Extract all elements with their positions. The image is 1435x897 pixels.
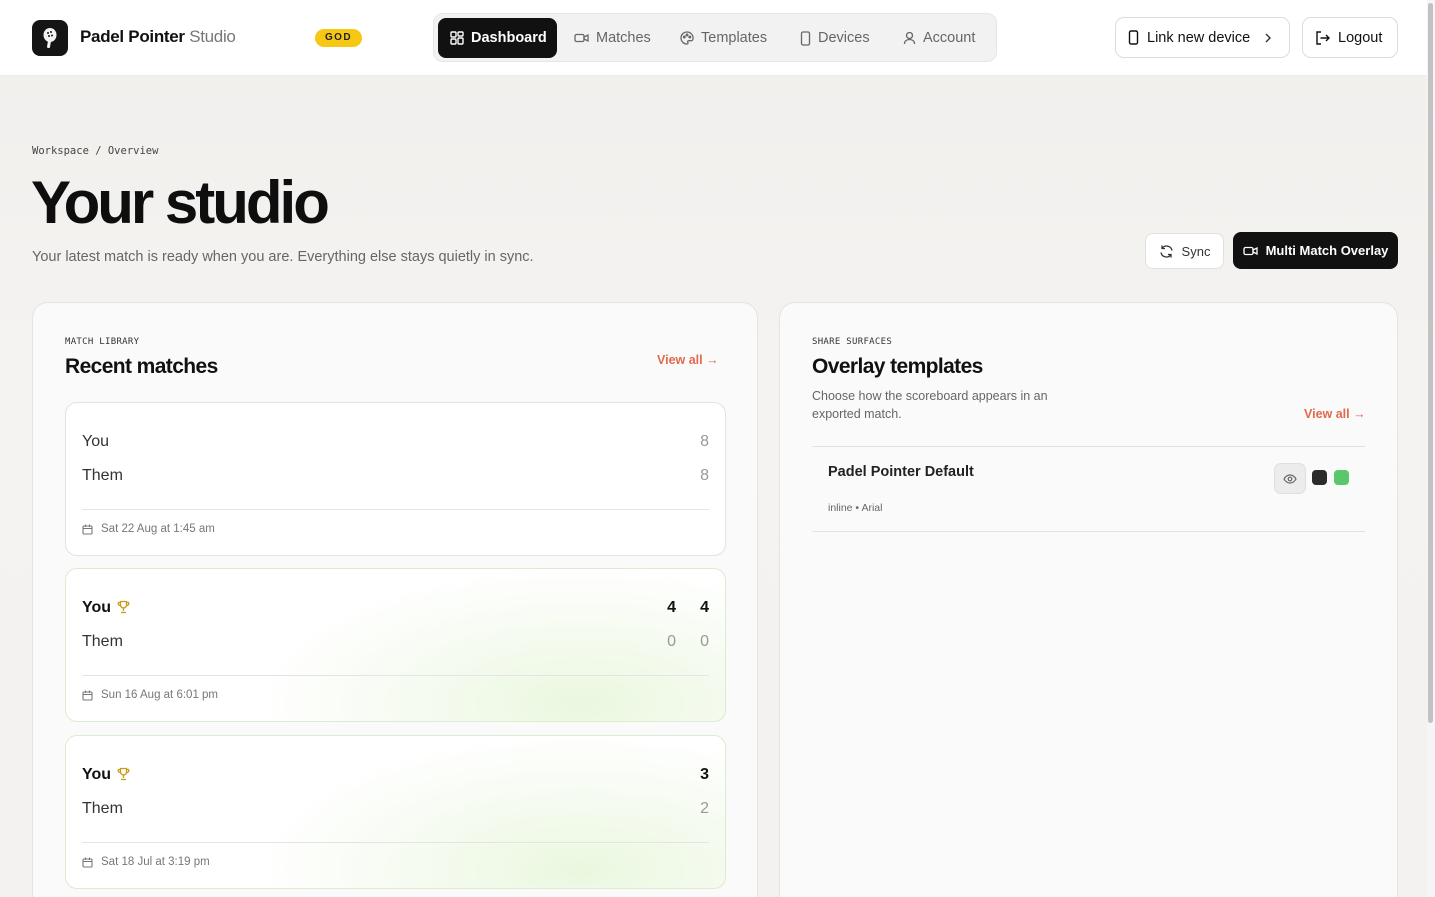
player-two-set-score: 0 (667, 633, 676, 650)
player-two-score: 2 (700, 800, 709, 817)
template-name: Padel Pointer Default (828, 464, 974, 480)
link-new-device-button[interactable]: Link new device (1115, 17, 1290, 58)
video-icon (574, 33, 589, 43)
view-all-matches-link[interactable]: View all → (657, 353, 719, 367)
nav-item-devices[interactable]: Devices (788, 18, 882, 58)
match-card[interactable]: You 3 Them 2 Sat 18 Jul at 3:19 pm (65, 735, 726, 889)
panel-title: Overlay templates (812, 355, 983, 378)
nav-item-account[interactable]: Account (891, 18, 987, 58)
preview-template-button[interactable] (1274, 463, 1306, 494)
divider (812, 446, 1365, 447)
brand-main: Padel Pointer (80, 27, 185, 46)
match-date: Sat 18 Jul at 3:19 pm (82, 856, 210, 868)
logout-label: Logout (1338, 29, 1383, 46)
brand-sub: Studio (189, 27, 236, 46)
page-subtitle: Your latest match is ready when you are.… (32, 249, 534, 265)
logout-icon (1316, 30, 1330, 45)
match-date-text: Sat 18 Jul at 3:19 pm (101, 856, 210, 868)
view-all-templates-link[interactable]: View all → (1304, 407, 1366, 421)
multi-match-overlay-button[interactable]: Multi Match Overlay (1233, 232, 1398, 269)
player-one-score: 3 (700, 766, 709, 783)
divider (82, 842, 709, 843)
nav-label-matches: Matches (596, 30, 651, 46)
match-card[interactable]: You 8 Them 8 Sat 22 Aug at 1:45 am (65, 402, 726, 556)
brand-name: Padel Pointer Studio (80, 27, 236, 47)
page-title: Your studio (31, 169, 330, 236)
calendar-icon (82, 524, 93, 535)
match-date-text: Sun 16 Aug at 6:01 pm (101, 689, 219, 701)
divider (82, 509, 709, 510)
grid-icon (450, 31, 464, 45)
player-one-set-score: 4 (667, 599, 676, 616)
top-bar: Padel Pointer Studio GOD Dashboard Match… (0, 0, 1435, 76)
nav-item-matches[interactable]: Matches (562, 18, 663, 58)
match-date-text: Sat 22 Aug at 1:45 am (101, 523, 215, 535)
template-meta: inline • Arial (828, 502, 883, 514)
eye-icon (1283, 473, 1297, 484)
scrollbar-thumb[interactable] (1428, 3, 1433, 723)
phone-icon (800, 30, 811, 46)
panel-description: Choose how the scoreboard appears in an … (812, 389, 1048, 421)
link-new-device-label: Link new device (1147, 29, 1251, 46)
recent-matches-panel: MATCH LIBRARY Recent matches View all → … (32, 302, 758, 897)
match-date: Sun 16 Aug at 6:01 pm (82, 689, 218, 701)
padel-racket-icon (43, 28, 57, 49)
logout-button[interactable]: Logout (1302, 17, 1398, 58)
nav-item-templates[interactable]: Templates (668, 18, 779, 58)
multi-match-overlay-label: Multi Match Overlay (1265, 243, 1389, 258)
video-icon (1242, 246, 1258, 255)
player-two-name: Them (82, 633, 123, 650)
user-icon (903, 31, 916, 45)
match-card[interactable]: You 4 4 Them 0 0 Sun 16 Aug at 6:01 pm (65, 568, 726, 722)
sync-label: Sync (1181, 243, 1211, 259)
trophy-icon (117, 767, 130, 781)
breadcrumb: Workspace / Overview (32, 145, 159, 157)
player-one-score: 8 (700, 433, 709, 450)
color-swatch-primary (1312, 470, 1327, 485)
calendar-icon (82, 857, 93, 868)
palette-icon (680, 31, 694, 45)
player-one-name: You (82, 433, 109, 450)
phone-icon (1128, 30, 1139, 45)
page-scrollbar[interactable] (1427, 0, 1435, 897)
nav-label-dashboard: Dashboard (471, 30, 547, 46)
player-one-name-text: You (82, 766, 112, 783)
player-one-set-score: 4 (700, 599, 709, 616)
chevron-right-icon (1265, 33, 1272, 42)
logo[interactable] (32, 20, 68, 56)
color-swatch-secondary (1334, 470, 1349, 485)
nav-label-account: Account (923, 30, 976, 46)
nav-item-dashboard[interactable]: Dashboard (438, 18, 557, 58)
panel-title: Recent matches (65, 355, 218, 378)
player-two-name: Them (82, 800, 123, 817)
panel-eyebrow: MATCH LIBRARY (65, 337, 140, 347)
match-date: Sat 22 Aug at 1:45 am (82, 523, 215, 535)
trophy-icon (117, 600, 130, 614)
player-one-name: You (82, 599, 130, 617)
overlay-templates-panel: SHARE SURFACES Overlay templates Choose … (779, 302, 1398, 897)
calendar-icon (82, 690, 93, 701)
player-two-set-score: 0 (700, 633, 709, 650)
role-badge: GOD (315, 29, 362, 47)
panel-eyebrow: SHARE SURFACES (812, 337, 893, 347)
nav-label-templates: Templates (701, 30, 768, 46)
player-one-name-text: You (82, 599, 112, 616)
sync-button[interactable]: Sync (1145, 233, 1224, 269)
refresh-icon (1159, 244, 1173, 258)
nav-label-devices: Devices (818, 30, 870, 46)
main-nav: Dashboard Matches Templates Devices Acco… (433, 13, 997, 62)
divider (812, 531, 1365, 532)
player-two-score: 8 (700, 467, 709, 484)
player-two-name: Them (82, 467, 123, 484)
player-one-name: You (82, 766, 130, 784)
divider (82, 675, 709, 676)
